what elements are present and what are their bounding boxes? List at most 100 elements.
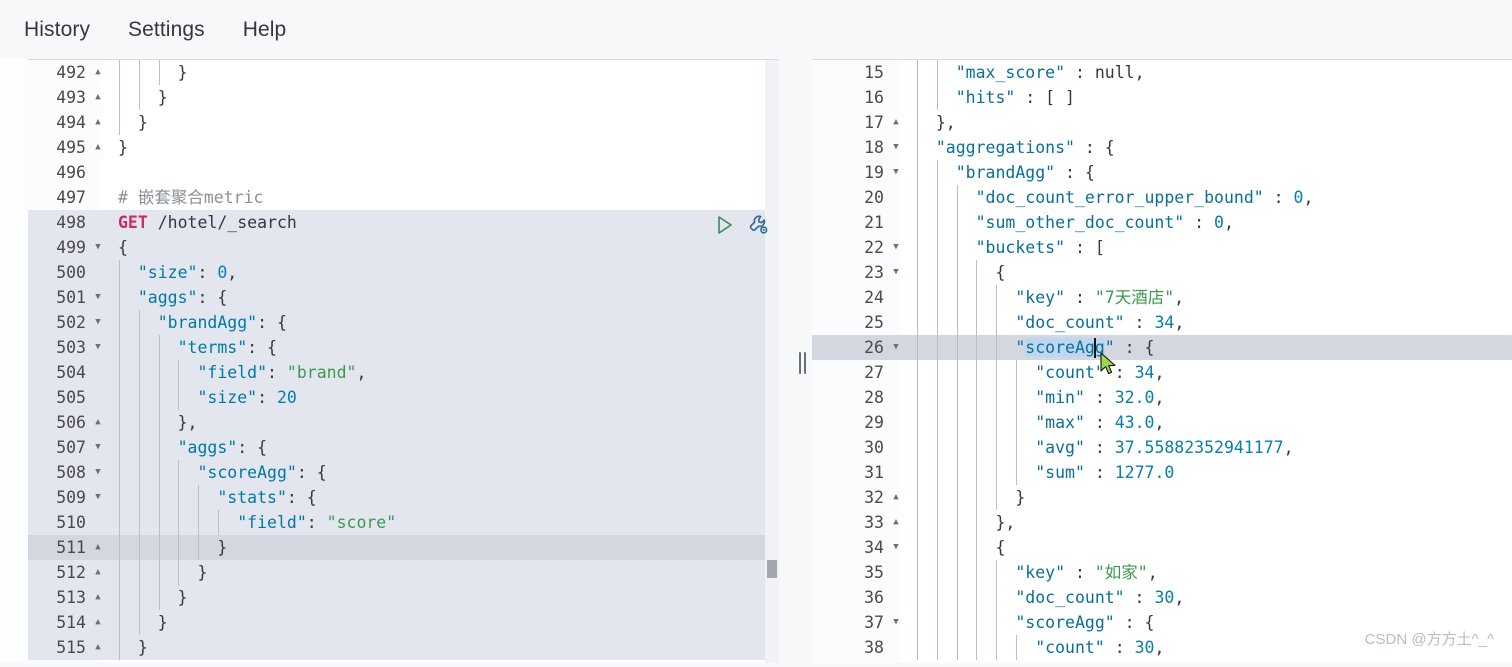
code-line[interactable]: 505 "size": 20 [28, 385, 779, 410]
code-line[interactable]: 36 "doc_count" : 30, [812, 585, 1512, 610]
fold-up-icon[interactable]: ▲ [91, 610, 105, 635]
code-line[interactable]: 24 "key" : "7天酒店", [812, 285, 1512, 310]
request-scrollbar-thumb[interactable] [767, 560, 777, 578]
response-lines[interactable]: 15 "max_score" : null, 16 "hits" : [ ] 17 ▲… [812, 60, 1512, 660]
code-line[interactable]: 509 ▼ "stats": { [28, 485, 779, 510]
code-line[interactable]: 510 "field": "score" [28, 510, 779, 535]
code-line[interactable]: 17 ▲ }, [812, 110, 1512, 135]
fold-down-icon[interactable]: ▼ [889, 535, 903, 560]
fold-up-icon[interactable]: ▲ [889, 485, 903, 510]
code-line[interactable]: 507 ▼ "aggs": { [28, 435, 779, 460]
code-line[interactable]: 503 ▼ "terms": { [28, 335, 779, 360]
code-line[interactable]: 27 "count" : 34, [812, 360, 1512, 385]
code-line[interactable]: 514 ▲ } [28, 610, 779, 635]
code-line[interactable]: 21 "sum_other_doc_count" : 0, [812, 210, 1512, 235]
code-line[interactable]: 499 ▼ { [28, 235, 779, 260]
code-line[interactable]: 20 "doc_count_error_upper_bound" : 0, [812, 185, 1512, 210]
menu-item-help[interactable]: Help [243, 18, 287, 42]
line-number: 30 [864, 438, 884, 457]
code-line[interactable]: 513 ▲ } [28, 585, 779, 610]
fold-down-icon[interactable]: ▼ [889, 235, 903, 260]
code-line[interactable]: 502 ▼ "brandAgg": { [28, 310, 779, 335]
code-line[interactable]: 25 "doc_count" : 34, [812, 310, 1512, 335]
request-editor[interactable]: 492 ▲ } 493 ▲ } 494 ▲ } 495 ▲} 496 497 # 嵌套聚合metri… [28, 59, 779, 667]
menu-item-history[interactable]: History [24, 18, 90, 42]
code-line[interactable]: 26 ▼ "scoreAgg" : { [812, 335, 1512, 360]
line-text: "key" : "7天酒店", [1015, 288, 1185, 307]
fold-down-icon[interactable]: ▼ [91, 335, 105, 360]
code-line[interactable]: 496 [28, 160, 779, 185]
line-number: 28 [864, 388, 884, 407]
fold-down-icon[interactable]: ▼ [91, 285, 105, 310]
fold-up-icon[interactable]: ▲ [91, 535, 105, 560]
code-line[interactable]: 494 ▲ } [28, 110, 779, 135]
code-line[interactable]: 28 "min" : 32.0, [812, 385, 1512, 410]
fold-down-icon[interactable]: ▼ [889, 135, 903, 160]
code-line[interactable]: 501 ▼ "aggs": { [28, 285, 779, 310]
code-line[interactable]: 512 ▲ } [28, 560, 779, 585]
menu-item-settings[interactable]: Settings [128, 18, 205, 42]
fold-down-icon[interactable]: ▼ [889, 160, 903, 185]
wrench-icon[interactable] [746, 212, 772, 238]
code-line[interactable]: 515 ▲ } [28, 635, 779, 660]
code-line[interactable]: 30 "avg" : 37.55882352941177, [812, 435, 1512, 460]
code-line[interactable]: 22 ▼ "buckets" : [ [812, 235, 1512, 260]
code-line[interactable]: 504 "field": "brand", [28, 360, 779, 385]
code-line[interactable]: 506 ▲ }, [28, 410, 779, 435]
code-line[interactable]: 500 "size": 0, [28, 260, 779, 285]
response-editor[interactable]: 15 "max_score" : null, 16 "hits" : [ ] 17 ▲… [812, 59, 1512, 667]
code-line[interactable]: 19 ▼ "brandAgg" : { [812, 160, 1512, 185]
code-line[interactable]: 32 ▲ } [812, 485, 1512, 510]
fold-up-icon[interactable]: ▲ [91, 585, 105, 610]
request-lines[interactable]: 492 ▲ } 493 ▲ } 494 ▲ } 495 ▲} 496 497 # 嵌套聚合metri… [28, 60, 779, 660]
code-line[interactable]: 23 ▼ { [812, 260, 1512, 285]
fold-up-icon[interactable]: ▲ [91, 560, 105, 585]
fold-up-icon[interactable]: ▲ [91, 410, 105, 435]
code-line[interactable]: 15 "max_score" : null, [812, 60, 1512, 85]
fold-down-icon[interactable]: ▼ [91, 460, 105, 485]
code-line[interactable]: 508 ▼ "scoreAgg": { [28, 460, 779, 485]
fold-down-icon[interactable]: ▼ [91, 435, 105, 460]
response-code-area[interactable]: 15 "max_score" : null, 16 "hits" : [ ] 17 ▲… [812, 60, 1512, 667]
splitter-grip-icon [799, 352, 806, 374]
code-line[interactable]: 16 "hits" : [ ] [812, 85, 1512, 110]
code-line[interactable]: 33 ▲ }, [812, 510, 1512, 535]
line-text: } [118, 638, 148, 657]
text-caret [1094, 338, 1097, 358]
line-text: } [118, 613, 168, 632]
pane-splitter[interactable] [793, 59, 812, 667]
line-number: 17 [864, 113, 884, 132]
code-line[interactable]: 35 "key" : "如家", [812, 560, 1512, 585]
fold-down-icon[interactable]: ▼ [889, 335, 903, 360]
code-line[interactable]: 495 ▲} [28, 135, 779, 160]
code-line[interactable]: 31 "sum" : 1277.0 [812, 460, 1512, 485]
fold-down-icon[interactable]: ▼ [889, 610, 903, 635]
code-line[interactable]: 497 # 嵌套聚合metric [28, 185, 779, 210]
line-number: 495 [56, 138, 86, 157]
code-line[interactable]: 34 ▼ { [812, 535, 1512, 560]
fold-down-icon[interactable]: ▼ [91, 235, 105, 260]
fold-down-icon[interactable]: ▼ [91, 485, 105, 510]
code-line[interactable]: 498 GET /hotel/_search [28, 210, 779, 235]
line-number: 510 [56, 513, 86, 532]
fold-down-icon[interactable]: ▼ [889, 260, 903, 285]
fold-down-icon[interactable]: ▼ [91, 310, 105, 335]
line-number: 29 [864, 413, 884, 432]
line-text: "scoreAgg": { [197, 463, 327, 482]
code-line[interactable]: 511 ▲ } [28, 535, 779, 560]
fold-up-icon[interactable]: ▲ [889, 110, 903, 135]
request-code-area[interactable]: 492 ▲ } 493 ▲ } 494 ▲ } 495 ▲} 496 497 # 嵌套聚合metri… [28, 60, 779, 667]
fold-up-icon[interactable]: ▲ [91, 60, 105, 85]
fold-up-icon[interactable]: ▲ [889, 510, 903, 535]
code-line[interactable]: 18 ▼ "aggregations" : { [812, 135, 1512, 160]
fold-up-icon[interactable]: ▲ [91, 85, 105, 110]
fold-up-icon[interactable]: ▲ [91, 635, 105, 660]
code-line[interactable]: 493 ▲ } [28, 85, 779, 110]
line-text: } [916, 488, 1026, 507]
fold-up-icon[interactable]: ▲ [91, 135, 105, 160]
code-line[interactable]: 29 "max" : 43.0, [812, 410, 1512, 435]
request-vertical-scrollbar[interactable] [765, 60, 779, 667]
send-request-play-icon[interactable] [712, 213, 736, 237]
fold-up-icon[interactable]: ▲ [91, 110, 105, 135]
code-line[interactable]: 492 ▲ } [28, 60, 779, 85]
